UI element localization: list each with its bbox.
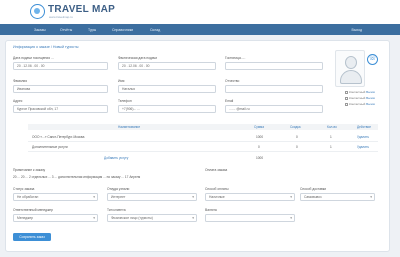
source-select[interactable]: Интернет (107, 193, 197, 201)
table-row-1-name: ООО «...» Санкт-Петербург-Москва (32, 135, 85, 139)
section-title: Информация о заказе / Новый туристы (13, 45, 79, 49)
payment-label: Оплата заказа (205, 168, 228, 172)
contact-check-1[interactable]: Контактный Вызов (345, 90, 375, 94)
table-row-2-name: Дополнительные услуги (32, 145, 68, 149)
source-label: Откуда узнали (107, 187, 130, 191)
name-input[interactable]: Наталья (118, 85, 216, 93)
phone-call-icon[interactable]: ☏ (367, 54, 378, 65)
date-request-input[interactable]: 20 . 12.06 . 00 . 00 (13, 62, 108, 70)
avatar-body-icon (340, 70, 362, 84)
email-input[interactable]: ....... @mail.ru (225, 105, 323, 113)
nav-item-directories[interactable]: Справочники (112, 28, 133, 32)
col-header-qty: Кол-во (327, 125, 337, 129)
date-planned-input[interactable]: 20 . 12.06 . 00 . 00 (118, 62, 216, 70)
comment-label: Примечание к заказу (13, 168, 46, 172)
logout-link[interactable]: Выход (352, 28, 362, 32)
date-planned-label: Фактическая дата подачи (118, 56, 158, 60)
patronymic-input[interactable] (225, 85, 323, 93)
client-type-label: Тип клиента (107, 208, 126, 212)
phone-label: Телефон (118, 99, 132, 103)
contact-check-3[interactable]: Контактный Вызов (345, 102, 375, 106)
date-request-label: Дата подачи посещения ... (13, 56, 54, 60)
status-label: Статус заказа (13, 187, 35, 191)
save-order-button[interactable]: Сохранить заказ (13, 233, 51, 241)
delivery-select[interactable]: Самовывоз (300, 193, 375, 201)
nav-item-reports[interactable]: Отчёты (60, 28, 72, 32)
services-table-header (28, 124, 378, 130)
manager-select[interactable]: Менеджер (13, 214, 98, 222)
client-avatar[interactable] (335, 50, 365, 87)
table-row-2-delete[interactable]: Удалить (357, 145, 369, 149)
col-header-action: Действие (357, 125, 372, 129)
table-row-1-qty[interactable]: 1 (330, 135, 332, 139)
table-row-1-sum[interactable]: 1000 (256, 135, 263, 139)
currency-select[interactable] (205, 214, 295, 222)
brand-tagline: www.travelmap.ru (49, 15, 73, 19)
contact-check-2[interactable]: Контактный Вызов (345, 96, 375, 100)
col-header-sum: Сумма (254, 125, 265, 129)
checkbox-icon[interactable] (345, 102, 348, 106)
table-total: 1000 (256, 156, 264, 160)
payment-method-label: Способ оплаты (205, 187, 229, 191)
table-row-2-qty[interactable]: 1 (330, 145, 332, 149)
hotel-label: Гостиница..... (225, 56, 246, 60)
lastname-input[interactable]: Иванова (13, 85, 108, 93)
lastname-label: Фамилия (13, 79, 27, 83)
table-divider (28, 141, 378, 142)
delivery-label: Способ доставки (300, 187, 327, 191)
avatar-head-icon (345, 56, 357, 69)
name-label: Имя (118, 79, 125, 83)
nav-item-tours[interactable]: Туры (88, 28, 96, 32)
patronymic-label: Отчество (225, 79, 240, 83)
table-row-2-discount[interactable]: 0 (296, 145, 298, 149)
comment-text[interactable]: 20 ... 20 ... 2 отдельных ... 3 ... допо… (13, 175, 140, 179)
logo-globe-icon[interactable] (30, 4, 45, 19)
checkbox-icon[interactable] (345, 96, 348, 100)
col-header-discount: Скидка (290, 125, 301, 129)
payment-method-select[interactable]: Наличные (205, 193, 295, 201)
nav-item-orders[interactable]: Заказы (34, 28, 46, 32)
client-type-select[interactable]: Физическое лицо (туристы) (107, 214, 197, 222)
checkbox-icon[interactable] (345, 90, 348, 94)
currency-label: Валюта (205, 208, 217, 212)
col-header-name: Наименование (118, 125, 141, 129)
manager-label: Ответственный менеджер (13, 208, 53, 212)
hotel-input[interactable] (225, 62, 323, 70)
address-input[interactable]: Кургон Прасовской обл, 17 (13, 105, 108, 113)
top-bar: TRAVEL MAP www.travelmap.ru (0, 0, 400, 24)
brand-name[interactable]: TRAVEL MAP (48, 4, 115, 15)
address-label: Адрес (13, 99, 23, 103)
status-select[interactable]: Не обработан (13, 193, 98, 201)
nav-item-warehouse[interactable]: Склад (150, 28, 160, 32)
table-row-2-sum[interactable]: 0 (258, 145, 260, 149)
phone-input[interactable]: +7(906)... ... (118, 105, 216, 113)
add-service-link[interactable]: Добавить услугу (104, 156, 128, 160)
main-nav: Заказы Отчёты Туры Справочники Склад Вых… (0, 24, 400, 35)
email-label: Email (225, 99, 234, 103)
table-row-1-discount[interactable]: 0 (296, 135, 298, 139)
table-divider (28, 151, 378, 152)
table-row-1-delete[interactable]: Удалить (357, 135, 369, 139)
